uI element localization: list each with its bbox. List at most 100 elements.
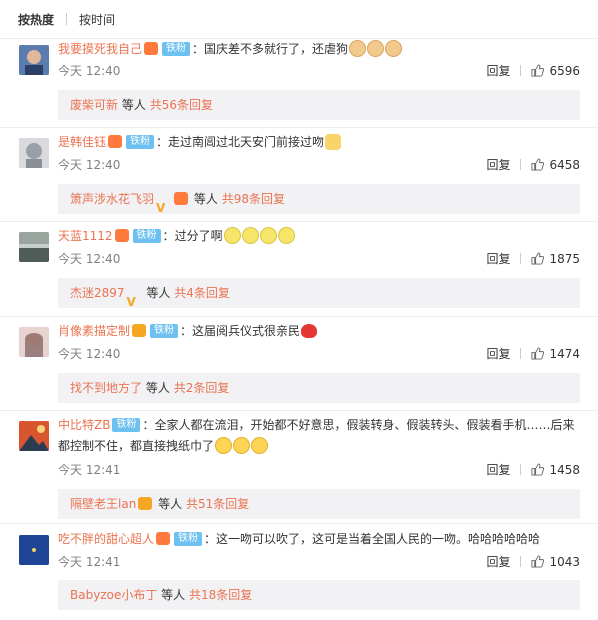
crying-emoji-icon [223, 227, 241, 244]
laughing-emoji-icon [215, 437, 233, 454]
comment-item: 肖像素描定制 铁粉 ：这届阅兵仪式很亲民 今天 12:40 回复 1474 找不到地… [0, 317, 598, 411]
like-count: 6596 [549, 63, 580, 78]
like-button[interactable]: 6596 [531, 64, 580, 78]
comment-time: 今天 12:40 [58, 252, 121, 266]
comment-username[interactable]: 中比特ZB [58, 418, 110, 432]
thumbs-up-emoji-icon [325, 133, 342, 150]
like-button[interactable]: 1458 [531, 463, 580, 477]
avatar[interactable] [19, 232, 49, 262]
like-count: 1875 [549, 251, 580, 266]
sub-reply-user[interactable]: 隔壁老王lan [70, 497, 136, 511]
reply-button[interactable]: 回复 [486, 345, 510, 362]
like-count: 1043 [549, 554, 580, 569]
view-replies-link[interactable]: 共4条回复 [174, 286, 230, 300]
member-badge-icon [156, 532, 171, 545]
laughing-emoji-icon [233, 437, 251, 454]
verified-v-icon: V [126, 295, 136, 309]
like-button[interactable]: 6458 [531, 158, 580, 172]
sort-tabs: 按热度 按时间 [0, 0, 598, 39]
comment-time: 今天 12:40 [58, 64, 121, 78]
sub-replies-box[interactable]: 找不到地方了 等人 共2条回复 [58, 373, 580, 403]
comment-username[interactable]: 是韩佳钰 [58, 135, 106, 149]
thumbs-up-icon [531, 347, 545, 360]
comment-item: 是韩佳钰 铁粉 ：走过南阊过北天安门前接过吻 今天 12:40 回复 6458 箫声… [0, 128, 598, 222]
member-badge-icon [174, 192, 189, 205]
comment-item: 我要摸死我自己 铁粉 ：国庆差不多就行了，还虐狗 今天 12:40 回复 6596 … [0, 39, 598, 128]
sub-reply-user[interactable]: 找不到地方了 [70, 381, 142, 395]
view-replies-link[interactable]: 共98条回复 [222, 192, 285, 206]
view-replies-link[interactable]: 共2条回复 [174, 381, 230, 395]
like-button[interactable]: 1875 [531, 252, 580, 266]
comment-time: 今天 12:40 [58, 158, 121, 172]
sub-replies-box[interactable]: 杰迷2897V 等人 共4条回复 [58, 278, 580, 309]
laughing-emoji-icon [251, 437, 269, 454]
comment-text-continued: 都控制不住，都直接拽纸巾了 [58, 439, 215, 453]
fan-badge: 铁粉 [112, 417, 141, 432]
fan-badge: 铁粉 [126, 134, 155, 149]
comment-time: 今天 12:40 [58, 347, 121, 361]
sub-reply-user[interactable]: Babyzoe小布丁 [70, 588, 157, 602]
like-count: 6458 [549, 157, 580, 172]
reply-button[interactable]: 回复 [486, 461, 510, 478]
sub-reply-user[interactable]: 废柴可新 [70, 98, 118, 112]
fan-badge: 铁粉 [162, 41, 191, 56]
comment-text: 走过南阊过北天安门前接过吻 [168, 135, 325, 149]
cat-emoji-icon [349, 40, 367, 57]
avatar[interactable] [19, 535, 49, 565]
tab-by-hotness[interactable]: 按热度 [18, 11, 54, 28]
comment-text: 国庆差不多就行了，还虐狗 [204, 42, 349, 56]
reply-button[interactable]: 回复 [486, 553, 510, 570]
avatar[interactable] [19, 45, 49, 75]
reply-button[interactable]: 回复 [486, 250, 510, 267]
fan-badge: 铁粉 [150, 323, 179, 338]
crying-emoji-icon [241, 227, 259, 244]
sub-replies-box[interactable]: Babyzoe小布丁 等人 共18条回复 [58, 580, 580, 610]
like-count: 1458 [549, 462, 580, 477]
comment-item: 中比特ZB 铁粉 ：全家人都在流泪，开始都不好意思，假装转身、假装转头、假装看手机…… [0, 411, 598, 524]
comment-username[interactable]: 天蓝1112 [58, 229, 113, 243]
member-badge-icon [144, 42, 159, 55]
verified-v-icon: V [156, 201, 166, 215]
fan-badge: 铁粉 [174, 531, 203, 546]
comment-text: 过分了啊 [174, 229, 223, 243]
tab-by-time[interactable]: 按时间 [79, 11, 115, 28]
reply-button[interactable]: 回复 [486, 156, 510, 173]
cat-emoji-icon [385, 40, 403, 57]
tab-divider [66, 13, 68, 25]
comment-time: 今天 12:41 [58, 463, 121, 477]
like-count: 1474 [549, 346, 580, 361]
avatar[interactable] [19, 138, 49, 168]
comment-time: 今天 12:41 [58, 555, 121, 569]
member-badge-icon [108, 135, 123, 148]
member-badge-icon [114, 229, 129, 242]
sub-replies-box[interactable]: 箫声涉水花飞羽V 等人 共98条回复 [58, 184, 580, 215]
reply-button[interactable]: 回复 [486, 62, 510, 79]
comment-username[interactable]: 肖像素描定制 [58, 324, 130, 338]
comment-text: 这一吻可以吹了，这可是当着全国人民的一吻。哈哈哈哈哈哈 [216, 532, 541, 546]
thumbs-up-icon [531, 555, 545, 568]
comment-text: 这届阅兵仪式很亲民 [192, 324, 301, 338]
like-button[interactable]: 1474 [531, 347, 580, 361]
comment-username[interactable]: 吃不胖的甜心超人 [58, 532, 154, 546]
sub-reply-user[interactable]: 杰迷2897 [70, 286, 125, 300]
avatar[interactable] [19, 421, 49, 451]
thumbs-up-icon [531, 64, 545, 77]
thumbs-up-icon [531, 463, 545, 476]
fan-badge: 铁粉 [132, 228, 161, 243]
sub-replies-box[interactable]: 隔壁老王lan 等人 共51条回复 [58, 489, 580, 519]
comment-username[interactable]: 我要摸死我自己 [58, 42, 142, 56]
like-button[interactable]: 1043 [531, 555, 580, 569]
sub-reply-user[interactable]: 箫声涉水花飞羽 [70, 192, 154, 206]
sub-replies-box[interactable]: 废柴可新 等人 共56条回复 [58, 90, 580, 120]
comment-item: 天蓝1112 铁粉 ：过分了啊 今天 12:40 回复 1875 杰迷2897V 等… [0, 222, 598, 317]
avatar[interactable] [19, 327, 49, 357]
thumbs-up-icon [531, 158, 545, 171]
view-replies-link[interactable]: 共56条回复 [150, 98, 213, 112]
view-replies-link[interactable]: 共51条回复 [186, 497, 249, 511]
comment-item: 吃不胖的甜心超人 铁粉 ：这一吻可以吹了，这可是当着全国人民的一吻。哈哈哈哈哈哈 今… [0, 524, 598, 620]
cat-emoji-icon [367, 40, 385, 57]
view-replies-link[interactable]: 共18条回复 [189, 588, 252, 602]
thumbs-up-icon [531, 252, 545, 265]
member-badge-icon [132, 324, 147, 337]
crying-emoji-icon [277, 227, 295, 244]
